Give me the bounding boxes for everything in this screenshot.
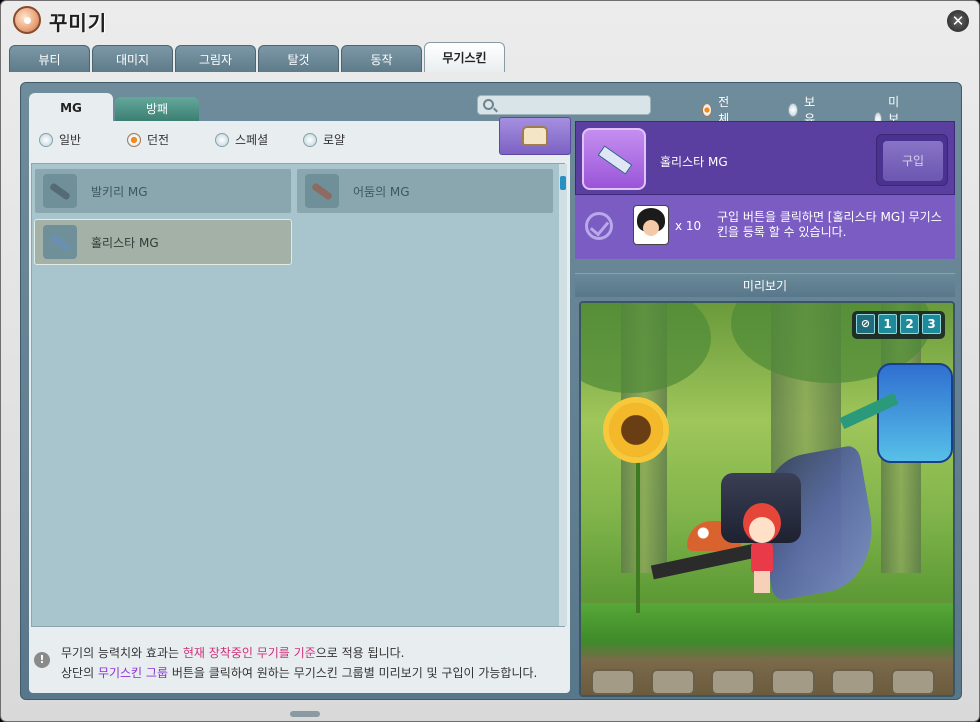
stone <box>711 669 755 695</box>
preview-scene: ⊘ 1 2 3 <box>579 301 955 697</box>
info-icon: ! <box>34 652 50 668</box>
close-icon: ✕ <box>951 12 965 30</box>
top-tab-bar: 뷰티 대미지 그림자 탈것 동작 무기스킨 <box>9 42 505 72</box>
skin-box-icon <box>522 126 548 146</box>
valkyrie-mg-icon <box>43 174 77 208</box>
tab-mg[interactable]: MG <box>29 93 113 121</box>
foliage <box>581 303 711 393</box>
ban-icon: ⊘ <box>860 317 871 330</box>
stone <box>591 669 635 695</box>
grade-dungeon[interactable]: 던전 <box>127 131 169 148</box>
notice-area: ! 무기의 능력치와 효과는 현재 장착중인 무기를 기준으로 적용 됩니다. … <box>29 635 570 693</box>
pose-2-button[interactable]: 2 <box>900 314 919 334</box>
buy-button[interactable]: 구입 <box>876 134 948 186</box>
customize-window: 꾸미기 ✕ 뷰티 대미지 그림자 탈것 동작 무기스킨 MG 방패 전체 보유 <box>0 0 980 722</box>
title-bar: 꾸미기 ✕ <box>1 1 979 41</box>
search-input[interactable] <box>500 97 648 113</box>
scroll-thumb[interactable] <box>560 176 566 190</box>
radio-icon <box>788 103 799 117</box>
sunflower-stem <box>636 453 640 613</box>
grade-normal-label: 일반 <box>59 133 82 147</box>
tab-damage[interactable]: 대미지 <box>92 45 173 72</box>
pose-3-button[interactable]: 3 <box>922 314 941 334</box>
list-item-selected[interactable]: 홀리스타 MG <box>34 219 292 265</box>
resize-grip[interactable] <box>290 711 320 717</box>
list-scrollbar[interactable] <box>559 164 567 626</box>
requirement-row: x 10 구입 버튼을 클릭하면 [홀리스타 MG] 무기스킨을 등록 할 수 … <box>575 195 955 259</box>
stone <box>831 669 875 695</box>
stone <box>651 669 695 695</box>
selected-item-card: 홀리스타 MG 구입 <box>575 121 955 195</box>
radio-icon <box>303 132 317 147</box>
grade-royal-label: 로얄 <box>323 133 346 147</box>
skin-list: 발키리 MG 어둠의 MG 홀리스타 MG <box>31 163 567 627</box>
close-button[interactable]: ✕ <box>947 10 969 32</box>
holystar-mg-icon <box>43 225 77 259</box>
stone <box>771 669 815 695</box>
notice-text: 으로 적용 됩니다. <box>315 646 405 660</box>
preview-title: 미리보기 <box>575 273 955 297</box>
weapon-type-tabs: MG 방패 <box>29 93 199 121</box>
notice-line-2: 상단의 무기스킨 그룹 버튼을 클릭하여 원하는 무기스킨 그룹별 미리보기 및… <box>61 664 537 681</box>
coupon-avatar-icon <box>633 205 669 245</box>
radio-icon <box>215 132 229 147</box>
stone <box>891 669 935 695</box>
grade-dungeon-label: 던전 <box>147 133 170 147</box>
grade-filter: 일반 던전 스페셜 로얄 <box>29 117 571 155</box>
pose-selector: ⊘ 1 2 3 <box>852 311 945 339</box>
skin-name: 어둠의 MG <box>353 184 410 199</box>
character-body <box>751 543 773 573</box>
buy-button-label: 구입 <box>883 141 943 181</box>
list-item[interactable]: 발키리 MG <box>34 168 292 214</box>
darkness-mg-icon <box>305 174 339 208</box>
skin-name: 발키리 MG <box>91 184 148 199</box>
radio-selected-icon <box>702 103 713 117</box>
search-box <box>477 95 651 115</box>
tab-beauty[interactable]: 뷰티 <box>9 45 90 72</box>
radio-icon <box>39 132 53 147</box>
tab-shield[interactable]: 방패 <box>115 97 199 121</box>
app-icon <box>13 6 41 34</box>
ground <box>581 603 953 695</box>
skin-list-panel: 일반 던전 스페셜 로얄 발키리 MG 어둠의 MG 홀리스타 MG ! 무기의… <box>29 117 571 693</box>
grade-normal[interactable]: 일반 <box>39 131 81 148</box>
tab-mount[interactable]: 탈것 <box>258 45 339 72</box>
radio-selected-icon <box>127 132 141 147</box>
grade-special[interactable]: 스페셜 <box>215 131 268 148</box>
grade-special-label: 스페셜 <box>235 133 269 147</box>
notice-text: 무기의 능력치와 효과는 <box>61 646 183 660</box>
notice-line-1: 무기의 능력치와 효과는 현재 장착중인 무기를 기준으로 적용 됩니다. <box>61 644 404 661</box>
selected-item-name: 홀리스타 MG <box>660 155 728 169</box>
skin-name: 홀리스타 MG <box>91 235 159 250</box>
search-icon <box>483 99 494 110</box>
robot-companion <box>877 363 953 463</box>
check-icon <box>585 212 613 240</box>
notice-highlight: 현재 장착중인 무기를 기준 <box>182 646 316 660</box>
weapon-skin-group-button[interactable] <box>499 117 571 155</box>
character-face <box>749 517 775 543</box>
notice-text: 버튼을 클릭하여 원하는 무기스킨 그룹별 미리보기 및 구입이 가능합니다. <box>168 666 538 680</box>
tab-shadow[interactable]: 그림자 <box>175 45 256 72</box>
pose-1-button[interactable]: 1 <box>878 314 897 334</box>
character-legs <box>754 571 770 593</box>
tab-emote[interactable]: 동작 <box>341 45 422 72</box>
notice-text: 상단의 <box>61 666 98 680</box>
character-preview <box>741 503 783 595</box>
pose-none-button[interactable]: ⊘ <box>856 314 875 334</box>
sunflower <box>609 403 663 457</box>
tab-weapon-skin[interactable]: 무기스킨 <box>424 42 505 72</box>
requirement-count: x 10 <box>675 219 702 233</box>
requirement-text: 구입 버튼을 클릭하면 [홀리스타 MG] 무기스킨을 등록 할 수 있습니다. <box>717 210 942 239</box>
window-title: 꾸미기 <box>49 11 108 35</box>
main-frame: MG 방패 전체 보유 미보유 일 <box>20 82 962 700</box>
holystar-mg-icon <box>582 128 646 190</box>
grade-royal[interactable]: 로얄 <box>303 131 345 148</box>
list-item[interactable]: 어둠의 MG <box>296 168 554 214</box>
notice-highlight: 무기스킨 그룹 <box>97 666 168 680</box>
